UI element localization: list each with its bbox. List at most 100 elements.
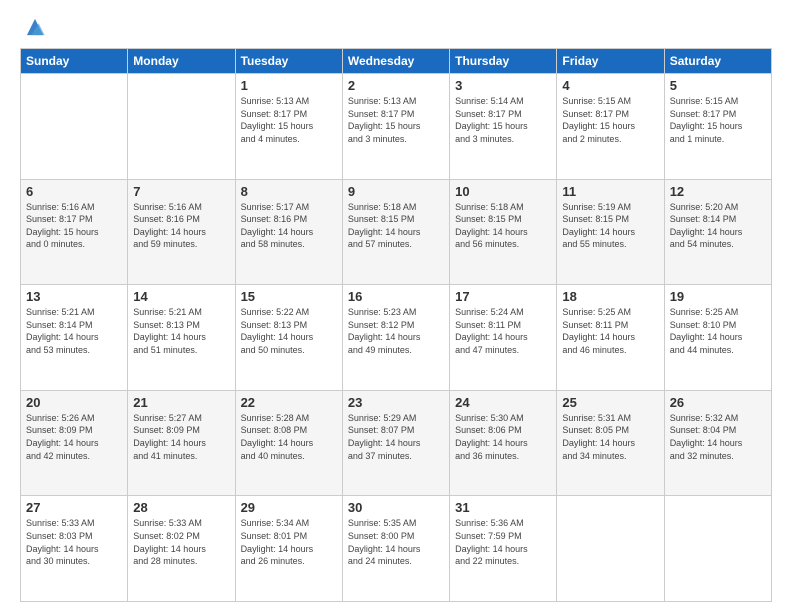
day-number: 19 [670, 289, 766, 304]
day-info: Sunrise: 5:23 AM Sunset: 8:12 PM Dayligh… [348, 306, 444, 356]
calendar-cell: 31 Sunrise: 5:36 AM Sunset: 7:59 PM Dayli… [450, 496, 557, 602]
day-info: Sunrise: 5:16 AM Sunset: 8:17 PM Dayligh… [26, 201, 122, 251]
calendar-cell: 8 Sunrise: 5:17 AM Sunset: 8:16 PM Daylig… [235, 179, 342, 285]
calendar-cell: 12 Sunrise: 5:20 AM Sunset: 8:14 PM Dayli… [664, 179, 771, 285]
weekday-header-thursday: Thursday [450, 49, 557, 74]
day-info: Sunrise: 5:29 AM Sunset: 8:07 PM Dayligh… [348, 412, 444, 462]
header [20, 16, 772, 38]
day-info: Sunrise: 5:31 AM Sunset: 8:05 PM Dayligh… [562, 412, 658, 462]
calendar-cell [21, 74, 128, 180]
calendar-week-4: 20 Sunrise: 5:26 AM Sunset: 8:09 PM Dayli… [21, 390, 772, 496]
calendar-cell: 9 Sunrise: 5:18 AM Sunset: 8:15 PM Daylig… [342, 179, 449, 285]
day-info: Sunrise: 5:24 AM Sunset: 8:11 PM Dayligh… [455, 306, 551, 356]
calendar-cell: 19 Sunrise: 5:25 AM Sunset: 8:10 PM Dayli… [664, 285, 771, 391]
day-info: Sunrise: 5:18 AM Sunset: 8:15 PM Dayligh… [455, 201, 551, 251]
day-info: Sunrise: 5:20 AM Sunset: 8:14 PM Dayligh… [670, 201, 766, 251]
calendar-cell: 17 Sunrise: 5:24 AM Sunset: 8:11 PM Dayli… [450, 285, 557, 391]
weekday-header-wednesday: Wednesday [342, 49, 449, 74]
day-number: 24 [455, 395, 551, 410]
calendar-cell: 25 Sunrise: 5:31 AM Sunset: 8:05 PM Dayli… [557, 390, 664, 496]
day-info: Sunrise: 5:25 AM Sunset: 8:11 PM Dayligh… [562, 306, 658, 356]
day-info: Sunrise: 5:35 AM Sunset: 8:00 PM Dayligh… [348, 517, 444, 567]
day-info: Sunrise: 5:33 AM Sunset: 8:02 PM Dayligh… [133, 517, 229, 567]
day-number: 28 [133, 500, 229, 515]
calendar-cell: 13 Sunrise: 5:21 AM Sunset: 8:14 PM Dayli… [21, 285, 128, 391]
calendar-cell: 14Sunrise: 5:21 AM Sunset: 8:13 PM Dayli… [128, 285, 235, 391]
calendar-cell: 29 Sunrise: 5:34 AM Sunset: 8:01 PM Dayli… [235, 496, 342, 602]
day-info: Sunrise: 5:14 AM Sunset: 8:17 PM Dayligh… [455, 95, 551, 145]
day-number: 6 [26, 184, 122, 199]
calendar-cell: 3 Sunrise: 5:14 AM Sunset: 8:17 PM Daylig… [450, 74, 557, 180]
calendar-cell: 30 Sunrise: 5:35 AM Sunset: 8:00 PM Dayli… [342, 496, 449, 602]
day-info: Sunrise: 5:17 AM Sunset: 8:16 PM Dayligh… [241, 201, 337, 251]
calendar-cell [128, 74, 235, 180]
day-number: 23 [348, 395, 444, 410]
day-number: 1 [241, 78, 337, 93]
calendar-cell: 20 Sunrise: 5:26 AM Sunset: 8:09 PM Dayli… [21, 390, 128, 496]
logo [20, 16, 46, 38]
weekday-header-sunday: Sunday [21, 49, 128, 74]
calendar-cell: 7 Sunrise: 5:16 AM Sunset: 8:16 PM Daylig… [128, 179, 235, 285]
calendar-cell [664, 496, 771, 602]
day-info: Sunrise: 5:33 AM Sunset: 8:03 PM Dayligh… [26, 517, 122, 567]
logo-icon [24, 16, 46, 38]
day-number: 17 [455, 289, 551, 304]
calendar-cell: 23 Sunrise: 5:29 AM Sunset: 8:07 PM Dayli… [342, 390, 449, 496]
day-number: 16 [348, 289, 444, 304]
day-number: 9 [348, 184, 444, 199]
day-number: 15 [241, 289, 337, 304]
day-number: 27 [26, 500, 122, 515]
calendar-cell: 4 Sunrise: 5:15 AM Sunset: 8:17 PM Daylig… [557, 74, 664, 180]
weekday-header-saturday: Saturday [664, 49, 771, 74]
day-number: 30 [348, 500, 444, 515]
day-number: 8 [241, 184, 337, 199]
day-info: Sunrise: 5:27 AM Sunset: 8:09 PM Dayligh… [133, 412, 229, 462]
day-info: Sunrise: 5:28 AM Sunset: 8:08 PM Dayligh… [241, 412, 337, 462]
day-info: Sunrise: 5:21 AM Sunset: 8:14 PM Dayligh… [26, 306, 122, 356]
day-number: 29 [241, 500, 337, 515]
calendar-cell: 22 Sunrise: 5:28 AM Sunset: 8:08 PM Dayli… [235, 390, 342, 496]
day-number: 10 [455, 184, 551, 199]
day-info: Sunrise: 5:21 AM Sunset: 8:13 PM Dayligh… [133, 306, 229, 356]
calendar-cell: 2 Sunrise: 5:13 AM Sunset: 8:17 PM Daylig… [342, 74, 449, 180]
calendar-cell: 21 Sunrise: 5:27 AM Sunset: 8:09 PM Dayli… [128, 390, 235, 496]
day-number: 12 [670, 184, 766, 199]
day-number: 21 [133, 395, 229, 410]
calendar-cell: 18Sunrise: 5:25 AM Sunset: 8:11 PM Dayli… [557, 285, 664, 391]
day-info: Sunrise: 5:16 AM Sunset: 8:16 PM Dayligh… [133, 201, 229, 251]
calendar-cell: 15 Sunrise: 5:22 AM Sunset: 8:13 PM Dayli… [235, 285, 342, 391]
calendar-week-2: 6 Sunrise: 5:16 AM Sunset: 8:17 PM Daylig… [21, 179, 772, 285]
calendar-cell: 11Sunrise: 5:19 AM Sunset: 8:15 PM Dayli… [557, 179, 664, 285]
day-number: 20 [26, 395, 122, 410]
day-info: Sunrise: 5:18 AM Sunset: 8:15 PM Dayligh… [348, 201, 444, 251]
day-info: Sunrise: 5:26 AM Sunset: 8:09 PM Dayligh… [26, 412, 122, 462]
calendar-cell: 16 Sunrise: 5:23 AM Sunset: 8:12 PM Dayli… [342, 285, 449, 391]
calendar-cell: 24 Sunrise: 5:30 AM Sunset: 8:06 PM Dayli… [450, 390, 557, 496]
day-number: 4 [562, 78, 658, 93]
calendar-cell: 28 Sunrise: 5:33 AM Sunset: 8:02 PM Dayli… [128, 496, 235, 602]
day-info: Sunrise: 5:30 AM Sunset: 8:06 PM Dayligh… [455, 412, 551, 462]
day-info: Sunrise: 5:15 AM Sunset: 8:17 PM Dayligh… [670, 95, 766, 145]
weekday-header-monday: Monday [128, 49, 235, 74]
day-number: 7 [133, 184, 229, 199]
day-info: Sunrise: 5:32 AM Sunset: 8:04 PM Dayligh… [670, 412, 766, 462]
page: SundayMondayTuesdayWednesdayThursdayFrid… [0, 0, 792, 612]
day-info: Sunrise: 5:22 AM Sunset: 8:13 PM Dayligh… [241, 306, 337, 356]
calendar-cell: 10 Sunrise: 5:18 AM Sunset: 8:15 PM Dayli… [450, 179, 557, 285]
day-number: 2 [348, 78, 444, 93]
day-number: 22 [241, 395, 337, 410]
day-number: 26 [670, 395, 766, 410]
day-number: 25 [562, 395, 658, 410]
day-number: 13 [26, 289, 122, 304]
day-info: Sunrise: 5:25 AM Sunset: 8:10 PM Dayligh… [670, 306, 766, 356]
day-info: Sunrise: 5:36 AM Sunset: 7:59 PM Dayligh… [455, 517, 551, 567]
day-number: 3 [455, 78, 551, 93]
day-number: 31 [455, 500, 551, 515]
weekday-header-friday: Friday [557, 49, 664, 74]
weekday-header-row: SundayMondayTuesdayWednesdayThursdayFrid… [21, 49, 772, 74]
calendar-cell: 6 Sunrise: 5:16 AM Sunset: 8:17 PM Daylig… [21, 179, 128, 285]
day-info: Sunrise: 5:13 AM Sunset: 8:17 PM Dayligh… [348, 95, 444, 145]
day-info: Sunrise: 5:15 AM Sunset: 8:17 PM Dayligh… [562, 95, 658, 145]
day-number: 5 [670, 78, 766, 93]
day-info: Sunrise: 5:34 AM Sunset: 8:01 PM Dayligh… [241, 517, 337, 567]
